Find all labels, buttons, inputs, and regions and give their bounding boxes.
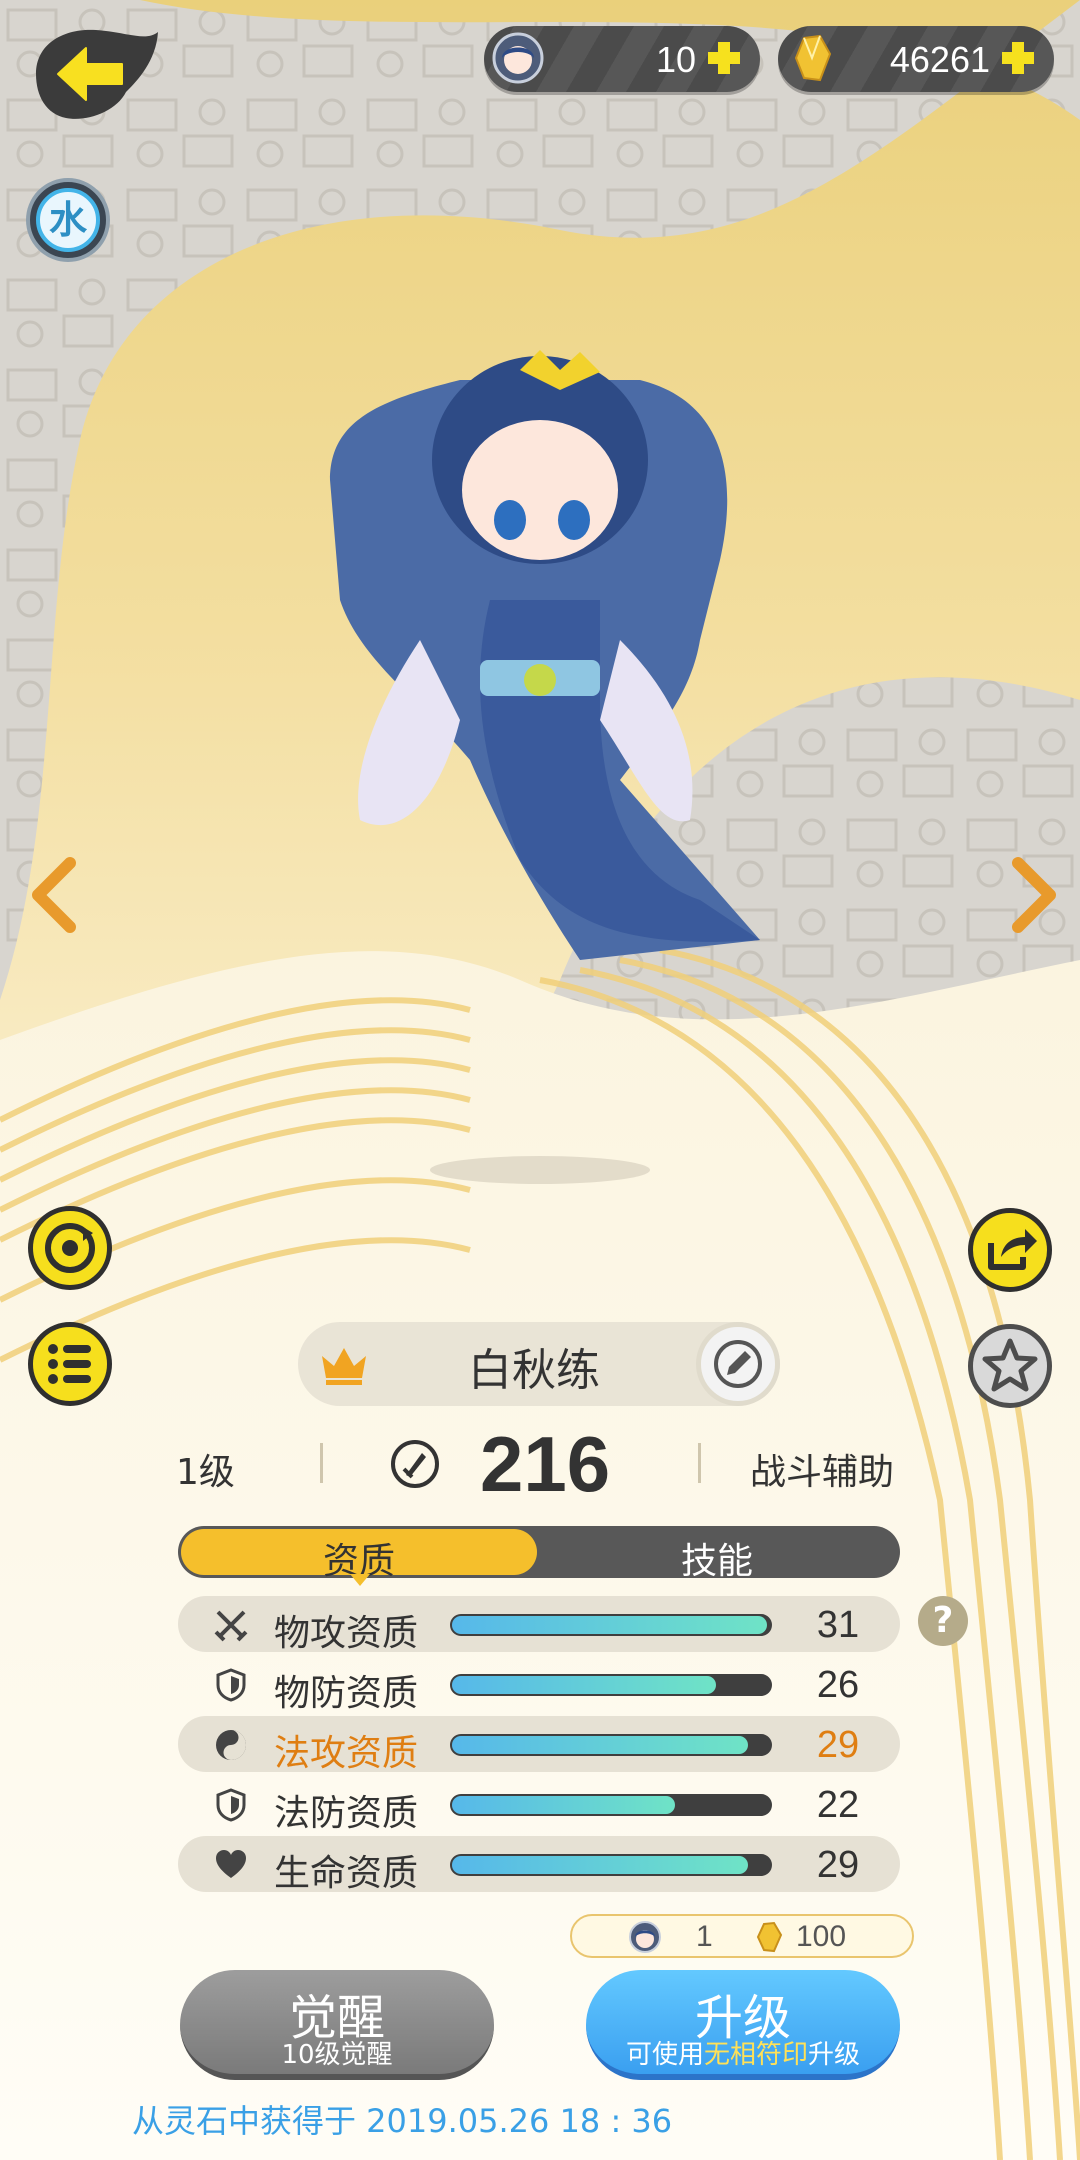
stat-row-magic-attack: 法攻资质 29: [178, 1716, 900, 1774]
heart-icon: [216, 1850, 246, 1878]
stat-value: 29: [816, 1724, 860, 1766]
previous-character-button[interactable]: [24, 855, 84, 935]
stat-value: 31: [816, 1604, 860, 1646]
character-token-icon: [629, 1921, 661, 1953]
stat-bar-fill: [452, 1856, 748, 1874]
crossed-swords-icon: [214, 1610, 248, 1642]
stat-label: 物防资质: [274, 1673, 419, 1714]
pencil-icon: [714, 1340, 762, 1388]
upgrade-hint: 可使用无相符印升级: [586, 2034, 900, 2071]
back-arrow-icon: [36, 29, 158, 119]
swap-button[interactable]: [28, 1206, 112, 1290]
stat-bar: [450, 1854, 772, 1876]
favorite-button[interactable]: [968, 1324, 1052, 1408]
add-gem-button[interactable]: [702, 34, 746, 82]
gem-counter: 10: [484, 26, 760, 92]
share-button[interactable]: [968, 1208, 1052, 1292]
refresh-icon: [45, 1223, 95, 1273]
stat-bar-fill: [452, 1796, 675, 1814]
combat-power-icon: [391, 1440, 439, 1488]
awaken-button[interactable]: 觉醒 10级觉醒: [180, 1970, 494, 2080]
stat-value: 29: [816, 1844, 860, 1886]
stat-bar-fill: [452, 1736, 748, 1754]
back-button[interactable]: [26, 22, 166, 126]
chevron-right-icon: [1012, 857, 1056, 933]
character-info-row: 1级 216 战斗辅助: [150, 1420, 910, 1515]
stat-row-magic-defense: 法防资质 22: [178, 1776, 900, 1834]
stat-label: 物攻资质: [274, 1613, 419, 1654]
character-detail-screen: 10 46261 水 白秋练 1级 216 战斗辅助 资质 技能 物攻资质 31…: [0, 0, 1080, 2160]
stat-bar-fill: [452, 1616, 767, 1634]
stat-label: 法防资质: [274, 1793, 419, 1834]
stat-bar-fill: [452, 1676, 716, 1694]
gem-cost: 1: [696, 1920, 713, 1953]
character-name: 白秋练: [468, 1345, 600, 1396]
tab-skills[interactable]: 技能: [537, 1532, 897, 1584]
divider: [320, 1443, 323, 1483]
gold-crystal-icon: [756, 1921, 783, 1953]
share-icon: [988, 1229, 1037, 1270]
gold-counter: 46261: [778, 26, 1054, 92]
stat-label: 法攻资质: [274, 1733, 419, 1774]
menu-button[interactable]: [28, 1322, 112, 1406]
upgrade-cost: 1 100: [570, 1914, 914, 1958]
stat-label: 生命资质: [274, 1853, 419, 1894]
chevron-left-icon: [32, 857, 76, 933]
element-badge: 水: [26, 178, 110, 262]
list-icon: [48, 1344, 91, 1384]
obtained-info: 从灵石中获得于 2019.05.26 18 : 36: [132, 2102, 673, 2140]
character-role: 战斗辅助: [750, 1452, 895, 1493]
gem-count: 10: [655, 39, 696, 80]
detail-tabs: 资质 技能: [178, 1526, 900, 1586]
stat-value: 22: [816, 1784, 860, 1826]
upgrade-hint-item: 无相符印: [703, 2040, 808, 2070]
help-button[interactable]: ?: [918, 1596, 968, 1646]
awaken-requirement: 10级觉醒: [281, 2040, 393, 2070]
character-level: 1级: [176, 1452, 235, 1493]
stat-bar: [450, 1794, 772, 1816]
name-plate: 白秋练: [298, 1322, 780, 1406]
combat-power-value: 216: [480, 1420, 611, 1508]
rename-button[interactable]: [696, 1322, 780, 1406]
crown-icon: [322, 1348, 366, 1385]
stat-bar: [450, 1734, 772, 1756]
star-icon: [982, 1338, 1038, 1392]
gold-cost: 100: [796, 1920, 847, 1953]
tab-pointer: [350, 1574, 370, 1586]
stat-bar: [450, 1674, 772, 1696]
stat-bar: [450, 1614, 772, 1636]
divider: [698, 1443, 701, 1483]
upgrade-hint-suffix: 升级: [808, 2040, 861, 2070]
yin-yang-icon: [216, 1730, 246, 1760]
water-element-icon: 水: [36, 188, 100, 252]
next-character-button[interactable]: [1004, 855, 1064, 935]
add-gold-button[interactable]: [996, 34, 1040, 82]
stat-value: 26: [816, 1664, 860, 1706]
character-token-icon: [492, 32, 544, 84]
stat-row-physical-defense: 物防资质 26: [178, 1656, 900, 1714]
stat-row-physical-attack: 物攻资质 31: [178, 1596, 900, 1654]
upgrade-button[interactable]: 升级 可使用无相符印升级: [586, 1970, 900, 2080]
gold-crystal-icon: [794, 34, 832, 82]
stat-row-health: 生命资质 29: [178, 1836, 900, 1894]
upgrade-hint-prefix: 可使用: [625, 2040, 704, 2070]
shield-icon: [216, 1668, 246, 1702]
shield-icon: [216, 1788, 246, 1822]
gold-count: 46261: [889, 39, 990, 80]
